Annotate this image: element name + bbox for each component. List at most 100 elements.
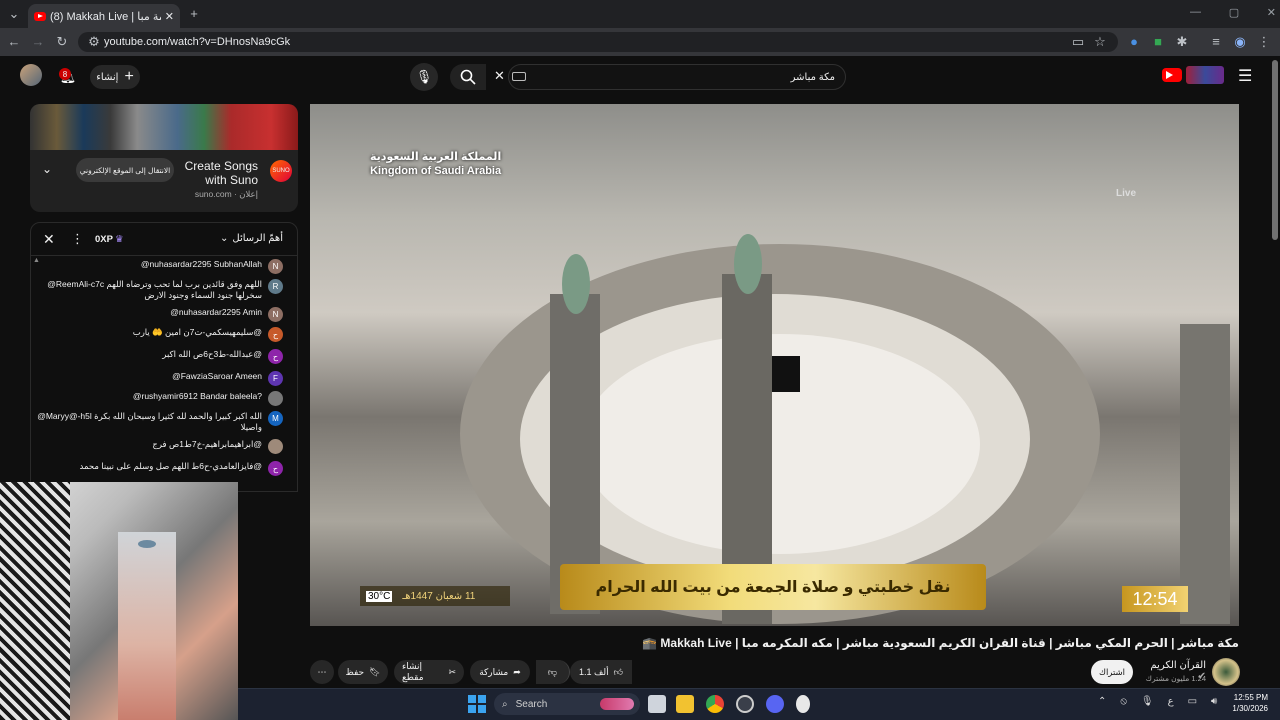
- ad-banner-image[interactable]: [30, 104, 298, 150]
- save-button[interactable]: حفظ 🔖︎: [338, 660, 388, 684]
- chrome-menu-icon[interactable]: ⋮: [1254, 32, 1274, 52]
- video-player[interactable]: المملكة العربية السعودية Kingdom of Saud…: [310, 104, 1239, 626]
- close-tab-icon[interactable]: ✕: [165, 10, 174, 23]
- chat-avatar[interactable]: R: [268, 279, 283, 294]
- chat-message[interactable]: R @ReemAli-c7c اللهم وفق قائدين برب لما ت…: [37, 279, 283, 301]
- dislike-button[interactable]: 👎︎: [536, 660, 570, 684]
- chat-avatar[interactable]: ح: [268, 349, 283, 364]
- kingdom-logo-text: المملكة العربية السعودية Kingdom of Saud…: [370, 150, 501, 178]
- chat-message[interactable]: ح @فايزالعامدي-ح6ط اللهم صل وسلم على نبين…: [37, 461, 283, 476]
- taskbar-search[interactable]: ⌕ Search: [494, 693, 640, 715]
- chat-more-icon[interactable]: ⋮: [71, 231, 84, 247]
- address-bar[interactable]: youtube.com/watch?v=DHnosNa9cGk: [78, 32, 1118, 52]
- forward-icon[interactable]: →: [28, 32, 48, 52]
- close-chat-icon[interactable]: ✕: [43, 231, 55, 248]
- chat-avatar[interactable]: ح: [268, 461, 283, 476]
- chat-avatar[interactable]: [268, 439, 283, 454]
- channel-avatar[interactable]: [1212, 658, 1240, 686]
- chevron-down-icon[interactable]: ⌄: [42, 162, 52, 176]
- chat-message[interactable]: @ابراهيمابراهيم-خ7ط1ص فرج: [37, 439, 283, 454]
- live-chat-panel: ✕ ⋮ 0XP ♛ أهمّ الرسائل ⌄ ▲ N @nuhasardar229…: [30, 222, 298, 492]
- visit-site-button[interactable]: الانتقال إلى الموقع الإلكتروني: [76, 158, 174, 182]
- profile-icon[interactable]: ◉: [1230, 32, 1250, 52]
- bluetooth-muted-icon[interactable]: ⦸: [1120, 696, 1127, 707]
- clock-time: 12:55 PM: [1233, 693, 1268, 702]
- microphone-icon[interactable]: 🎙︎: [1141, 696, 1154, 707]
- subscribe-button[interactable]: اشتراك: [1091, 660, 1133, 684]
- github-icon[interactable]: [736, 695, 754, 713]
- clip-button[interactable]: إنشاء مقطع ✂: [394, 660, 464, 684]
- task-view-icon[interactable]: [648, 695, 666, 713]
- chat-avatar[interactable]: F: [268, 371, 283, 386]
- ad-title-line2: with Suno: [205, 173, 258, 187]
- language-indicator[interactable]: ع: [1168, 696, 1174, 707]
- chat-avatar[interactable]: [268, 391, 283, 406]
- chat-message-text: @ReemAli-c7c اللهم وفق قائدين برب لما تح…: [47, 279, 262, 300]
- hamburger-menu-icon[interactable]: ☰: [1238, 66, 1252, 86]
- keyboard-icon[interactable]: [512, 72, 526, 81]
- minimize-icon[interactable]: —: [1190, 6, 1201, 19]
- youtube-doodle-logo[interactable]: [1186, 66, 1224, 84]
- create-button[interactable]: إنشاء +: [90, 65, 140, 89]
- page-scrollbar[interactable]: [1272, 60, 1278, 240]
- share-button[interactable]: مشاركة ➦: [470, 660, 530, 684]
- avatar[interactable]: [20, 64, 42, 86]
- voice-search-mic-icon[interactable]: 🎙︎: [410, 63, 438, 91]
- scissors-icon: ✂: [448, 666, 456, 677]
- close-window-icon[interactable]: ✕: [1267, 6, 1276, 19]
- points-badge[interactable]: 0XP ♛: [95, 234, 124, 245]
- file-explorer-icon[interactable]: [676, 695, 694, 713]
- tray-chevron-up-icon[interactable]: ⌃: [1098, 696, 1106, 707]
- chat-mode-selector[interactable]: أهمّ الرسائل ⌄: [220, 233, 283, 244]
- browser-tab[interactable]: (8) Makkah Live | مكة المكرمة مبا ✕: [28, 4, 180, 28]
- chrome-icon[interactable]: [706, 695, 724, 713]
- more-actions-icon[interactable]: ⋯: [310, 660, 334, 684]
- clear-search-icon[interactable]: ✕: [494, 68, 505, 84]
- cast-icon[interactable]: ▭: [1068, 32, 1088, 52]
- taskbar-search-label: Search: [515, 698, 548, 710]
- bookmark-icon: 🔖︎: [369, 666, 381, 677]
- share-arrow-icon: ➦: [513, 666, 521, 677]
- chat-message[interactable]: ح @عبدالله-ط3ح6ص الله اكبر: [37, 349, 283, 364]
- chat-message-text: @عبدالله-ط3ح6ص الله اكبر: [162, 349, 262, 359]
- like-button[interactable]: 1.1 ألف 👍︎: [570, 660, 632, 684]
- extensions-puzzle-icon[interactable]: ✱: [1172, 32, 1192, 52]
- chat-message[interactable]: N @nuhasardar2295 SubhanAllah: [37, 259, 283, 274]
- discord-icon[interactable]: [766, 695, 784, 713]
- bookmark-star-icon[interactable]: ☆: [1090, 32, 1110, 52]
- chat-message[interactable]: N @nuhasardar2295 Amin: [37, 307, 283, 322]
- search-input[interactable]: مكة مباشر: [508, 64, 846, 90]
- network-icon[interactable]: ▭: [1188, 696, 1197, 707]
- ad-panel[interactable]: SUNO Create Songs with Suno إعلان · suno…: [30, 104, 298, 212]
- tab-list-icon[interactable]: ⌄: [4, 4, 24, 24]
- chevron-down-icon: ⌄: [219, 233, 229, 244]
- date-temperature-band: 30°C 11 شعبان 1447هـ: [360, 586, 510, 606]
- app-icon[interactable]: [796, 695, 810, 713]
- volume-icon[interactable]: 🔊︎: [1211, 696, 1217, 707]
- reload-icon[interactable]: ↻: [52, 32, 72, 52]
- chat-avatar[interactable]: ح: [268, 327, 283, 342]
- scarf-pattern: [0, 482, 70, 720]
- chat-avatar[interactable]: M: [268, 411, 283, 426]
- search-button[interactable]: [450, 64, 486, 90]
- extension-icon[interactable]: ■: [1148, 32, 1168, 52]
- clip-label: إنشاء مقطع: [402, 661, 424, 682]
- reading-list-icon[interactable]: ≡: [1206, 32, 1226, 52]
- chat-message[interactable]: M @Maryy@-h5l الله اكبر كبيرا والحمد لله …: [37, 411, 283, 433]
- windows-start-icon[interactable]: [468, 695, 486, 713]
- extension-icon[interactable]: ●: [1124, 32, 1144, 52]
- window-controls: — ▢ ✕: [1190, 6, 1276, 19]
- url-text: youtube.com/watch?v=DHnosNa9cGk: [104, 36, 291, 48]
- chat-message[interactable]: F @FawziaSaroar Ameen: [37, 371, 283, 386]
- chat-avatar[interactable]: N: [268, 259, 283, 274]
- new-tab-icon[interactable]: +: [184, 4, 204, 24]
- plus-icon: +: [124, 68, 134, 85]
- chat-avatar[interactable]: N: [268, 307, 283, 322]
- system-clock[interactable]: 12:55 PM 1/30/2026: [1226, 692, 1268, 714]
- maximize-icon[interactable]: ▢: [1229, 6, 1239, 19]
- site-info-icon[interactable]: ⚙: [84, 32, 104, 52]
- search-query: مكة مباشر: [790, 71, 835, 83]
- back-icon[interactable]: ←: [4, 32, 24, 52]
- chat-message[interactable]: @rushyamir6912 Bandar baleela?: [37, 391, 283, 406]
- chat-message[interactable]: ح @سليمهيسكمي-ت7ن امين 🤲 يارب: [37, 327, 283, 342]
